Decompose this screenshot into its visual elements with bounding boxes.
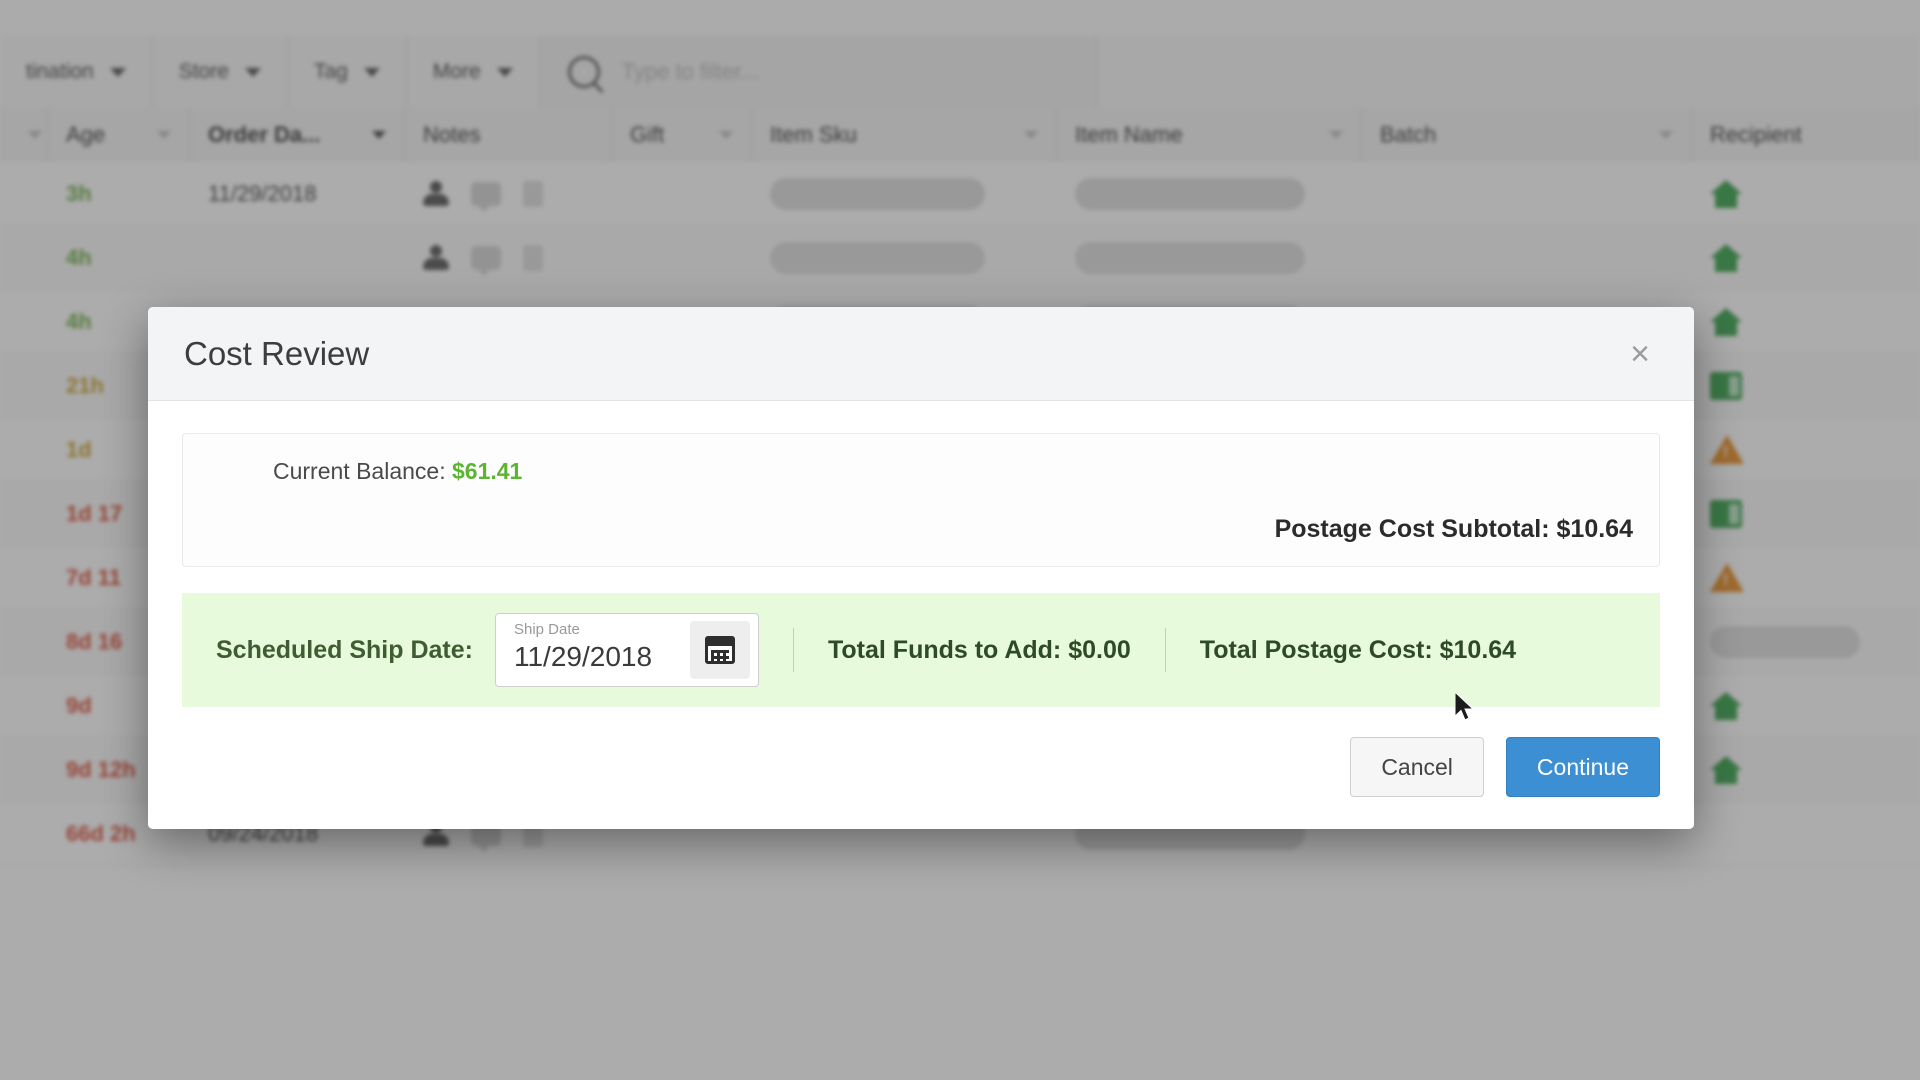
ship-date-input-wrap[interactable]: Ship Date 11/29/2018: [496, 614, 690, 686]
modal-header: Cost Review ×: [148, 307, 1694, 401]
divider: [1164, 628, 1166, 672]
date-picker-button[interactable]: [689, 621, 750, 679]
postage-cost-subtotal: Postage Cost Subtotal: $10.64: [1274, 515, 1633, 543]
ship-date-field[interactable]: Ship Date 11/29/2018: [494, 613, 759, 687]
cost-review-modal: Cost Review × Current Balance: $61.41 Po…: [148, 307, 1694, 829]
mouse-cursor: [1455, 692, 1477, 724]
cost-summary-panel: Current Balance: $61.41 Postage Cost Sub…: [182, 433, 1660, 567]
modal-title: Cost Review: [184, 334, 370, 372]
modal-body: Current Balance: $61.41 Postage Cost Sub…: [148, 401, 1694, 707]
ship-date-input[interactable]: 11/29/2018: [514, 639, 690, 674]
scheduled-ship-date-label: Scheduled Ship Date:: [216, 635, 473, 664]
calendar-icon: [704, 636, 735, 664]
ship-date-bar: Scheduled Ship Date: Ship Date 11/29/201…: [182, 593, 1660, 707]
current-balance-label: Current Balance:: [273, 458, 446, 484]
modal-footer: Cancel Continue: [148, 707, 1694, 829]
divider: [792, 628, 794, 672]
total-funds-to-add: Total Funds to Add: $0.00: [827, 635, 1131, 664]
current-balance-row: Current Balance: $61.41: [241, 452, 1633, 515]
ship-date-field-label: Ship Date: [513, 621, 580, 638]
continue-button[interactable]: Continue: [1505, 737, 1660, 797]
current-balance-value: $61.41: [451, 458, 523, 484]
total-postage-cost: Total Postage Cost: $10.64: [1199, 635, 1517, 664]
cancel-button[interactable]: Cancel: [1350, 737, 1484, 797]
close-icon[interactable]: ×: [1620, 333, 1660, 375]
